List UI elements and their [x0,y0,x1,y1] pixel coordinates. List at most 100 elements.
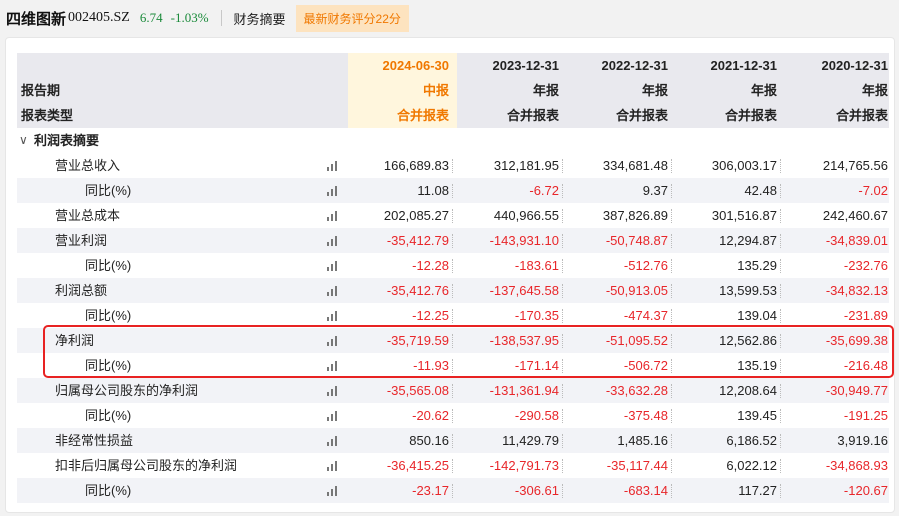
table-cell-value: -35,412.79 [386,233,449,248]
column-divider [452,459,453,473]
report-period-value: 中报 [422,83,449,98]
table-cell-value: -36,415.25 [386,458,449,473]
column-divider [780,384,781,398]
report-period-value: 年报 [532,83,559,98]
table-cell-value: -34,868.93 [825,458,888,473]
table-cell-value: 214,765.56 [822,158,888,173]
section-title: 利润表摘要 [34,133,100,148]
column-divider [780,259,781,273]
net-profit-highlight-box [43,325,894,378]
row-label: 同比(%) [85,408,132,423]
stock-name: 四维图新 [6,9,67,28]
tab-financial-summary[interactable]: 财务摘要 [234,9,286,28]
table-row: 扣非后归属母公司股东的净利润 -36,415.25 -142,791.73 -35,1… [17,453,889,478]
table-row: 同比(%) -23.17 -306.61 -683.14 117.27 -120.67 [17,478,889,503]
bar-chart-icon[interactable] [327,286,339,296]
table-cell-value: -142,791.73 [489,458,559,473]
bar-chart-icon[interactable] [327,186,339,196]
column-header-date: 2023-12-31 [492,58,560,73]
column-divider [780,434,781,448]
column-header-date: 2024-06-30 [382,58,450,73]
table-cell-value: -35,412.76 [386,283,449,298]
row-label: 归属母公司股东的净利润 [55,383,199,398]
table-cell-value: -20.62 [412,408,449,423]
row-label: 营业总成本 [55,208,121,223]
row-label: 同比(%) [85,183,132,198]
header-row-dates: 2024-06-30 2023-12-31 2022-12-31 2021-12-31… [17,53,889,78]
table-cell-value: 11.08 [417,183,449,198]
bar-chart-icon[interactable] [327,386,339,396]
table-cell-value: 6,186.52 [726,433,777,448]
column-header-date: 2021-12-31 [710,58,778,73]
column-header-date: 2022-12-31 [601,58,669,73]
table-cell-value: 1,485.16 [617,433,668,448]
bar-chart-icon[interactable] [327,161,339,171]
report-period-value: 年报 [641,83,668,98]
bar-chart-icon[interactable] [327,211,339,221]
table-cell-value: 3,919.16 [837,433,888,448]
bar-chart-icon[interactable] [327,311,339,321]
bar-chart-icon[interactable] [327,486,339,496]
report-type-value: 合并报表 [835,108,888,123]
table-cell-value: -34,832.13 [825,283,888,298]
row-label: 营业利润 [55,233,108,248]
chevron-down-icon[interactable]: ∨ [19,128,28,153]
table-cell-value: -143,931.10 [489,233,559,248]
table-cell-value: 12,208.64 [719,383,777,398]
table-cell-value: -512.76 [623,258,668,273]
bar-chart-icon[interactable] [327,236,339,246]
table-cell-value: 301,516.87 [711,208,777,223]
report-period-label: 报告期 [21,83,61,98]
row-label: 扣非后归属母公司股东的净利润 [55,458,238,473]
table-cell-value: -6.72 [529,183,559,198]
table-cell-value: 202,085.27 [383,208,449,223]
row-label: 利润总额 [55,283,108,298]
tab-financial-score[interactable]: 最新财务评分22分 [295,4,409,32]
table-cell-value: 312,181.95 [493,158,559,173]
column-divider [452,484,453,498]
bar-chart-icon[interactable] [327,436,339,446]
table-row: 同比(%) -20.62 -290.58 -375.48 139.45 -191.25 [17,403,889,428]
table-cell-value: 387,826.89 [602,208,668,223]
section-row-income-summary[interactable]: ∨ 利润表摘要 [17,128,889,153]
table-cell-value: 850.16 [409,433,449,448]
table-cell-value: 135.29 [737,258,777,273]
column-divider [452,284,453,298]
divider [220,10,222,26]
table-cell-value: -35,565.08 [386,383,449,398]
bar-chart-icon[interactable] [327,411,339,421]
report-period-value: 年报 [861,83,888,98]
column-divider [780,284,781,298]
table-cell-value: 13,599.53 [719,283,777,298]
column-divider [452,159,453,173]
table-cell-value: -137,645.58 [489,283,559,298]
table-cell-value: -30,949.77 [825,383,888,398]
report-type-label: 报表类型 [21,108,74,123]
report-period-value: 年报 [750,83,777,98]
bar-chart-icon[interactable] [327,461,339,471]
table-row: 非经常性损益 850.16 11,429.79 1,485.16 6,186.52 3,9… [17,428,889,453]
table-row: 营业总成本 202,085.27 440,966.55 387,826.89 301,5… [17,203,889,228]
table-cell-value: -306.61 [514,483,559,498]
table-cell-value: 42.48 [744,183,777,198]
table-cell-value: -50,913.05 [605,283,668,298]
column-divider [780,159,781,173]
table-cell-value: -33,632.28 [605,383,668,398]
table-cell-value: -12.28 [412,258,449,273]
table-cell-value: -131,361.94 [489,383,559,398]
table-cell-value: 117.27 [738,483,777,498]
stock-price: 6.74 [139,10,163,25]
table-cell-value: -35,117.44 [606,458,668,473]
table-cell-value: -183.61 [514,258,559,273]
table-cell-value: -683.14 [623,483,668,498]
column-divider [452,384,453,398]
bar-chart-icon[interactable] [327,261,339,271]
column-divider [452,434,453,448]
table-cell-value: -290.58 [514,408,559,423]
top-bar: 四维图新 002405.SZ 6.74 -1.03% 财务摘要 最新财务评分22… [0,0,899,36]
column-divider [780,184,781,198]
report-type-value: 合并报表 [396,108,449,123]
table-cell-value: 334,681.48 [602,158,668,173]
table-row: 利润总额 -35,412.76 -137,645.58 -50,913.05 13,59… [17,278,889,303]
table-row: 同比(%) -12.28 -183.61 -512.76 135.29 -232.76 [17,253,889,278]
